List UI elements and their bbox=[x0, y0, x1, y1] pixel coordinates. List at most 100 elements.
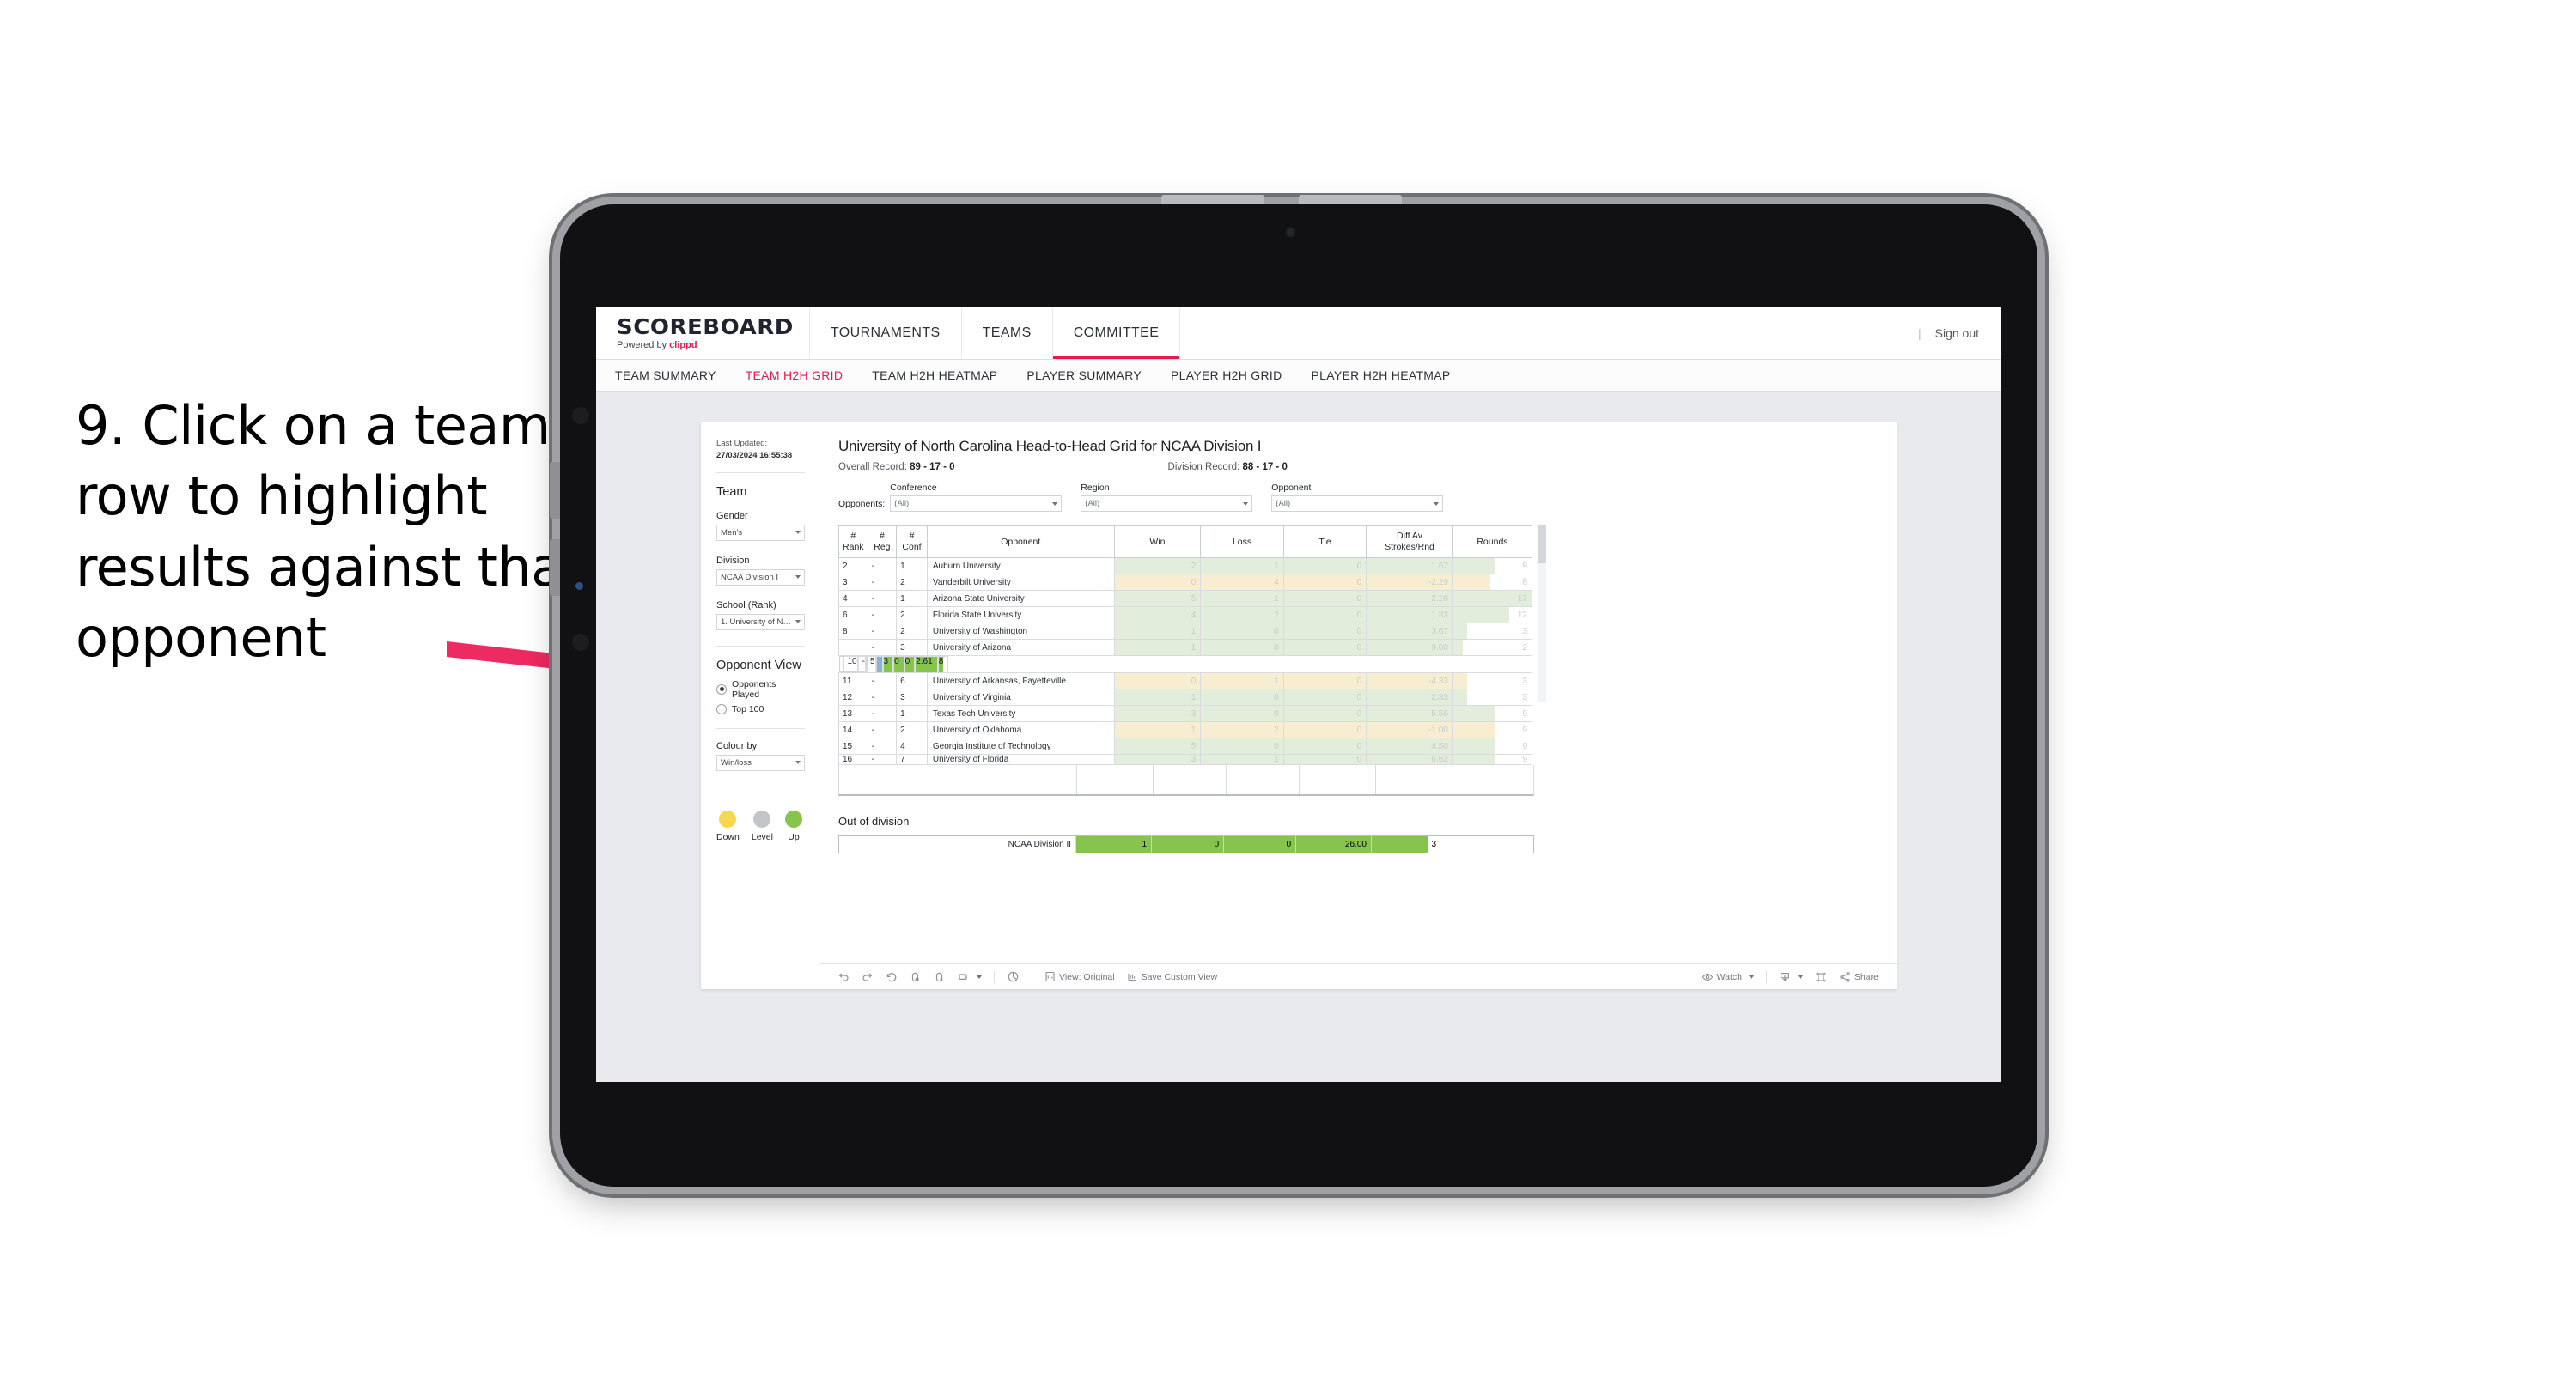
legend-swatch-down bbox=[719, 810, 737, 828]
cell-tie-fill bbox=[1283, 623, 1367, 640]
table-row[interactable]: 11-6 University of Arkansas, Fayetteville… bbox=[838, 672, 1533, 690]
refresh-button[interactable] bbox=[904, 971, 928, 983]
table-row[interactable]: 12-3 University of Virginia 1 0 0 2.33 3 bbox=[838, 689, 1533, 707]
redo-button[interactable] bbox=[856, 971, 880, 983]
presentation-button[interactable] bbox=[1001, 970, 1026, 983]
device-layout-button[interactable] bbox=[952, 971, 988, 983]
opponent-select[interactable]: (All) bbox=[1271, 495, 1444, 512]
conference-select[interactable]: (All) bbox=[890, 495, 1063, 512]
table-row[interactable]: 2-1 Auburn University 2 1 0 1.67 9 bbox=[838, 557, 1533, 575]
cell-diff: 1.83 bbox=[1366, 606, 1453, 624]
watch-button[interactable]: Watch bbox=[1696, 971, 1760, 983]
cell-loss: 1 bbox=[1200, 672, 1284, 690]
revert-button[interactable] bbox=[880, 971, 904, 983]
sidebar-divider bbox=[716, 471, 805, 473]
cell-conf: 7 bbox=[896, 754, 928, 766]
save-custom-view-button[interactable]: Save Custom View bbox=[1121, 971, 1224, 982]
nav-teams[interactable]: TEAMS bbox=[962, 307, 1053, 359]
cell-diff: 6.62 bbox=[1366, 754, 1453, 766]
table-scrollbar-thumb[interactable] bbox=[1538, 525, 1546, 563]
gender-value: Men’s bbox=[721, 527, 743, 538]
device-indicator-dot bbox=[575, 582, 583, 590]
cell-win-fill bbox=[1114, 607, 1201, 623]
col-rank[interactable]: # Rank bbox=[838, 525, 868, 559]
cell-rank: 3 bbox=[838, 574, 868, 592]
table-row[interactable]: 16-7 University of Florida 3 1 0 6.62 9 bbox=[838, 754, 1533, 766]
cell-diff: 1.67 bbox=[1366, 557, 1453, 575]
table-row[interactable]: 3-2 Vanderbilt University 0 4 0 -2.29 8 bbox=[838, 574, 1533, 592]
col-diff[interactable]: Diff Av Strokes/Rnd bbox=[1366, 525, 1453, 559]
fullscreen-button[interactable] bbox=[1809, 971, 1833, 983]
fullscreen-icon bbox=[1816, 972, 1826, 981]
conference-label: Conference bbox=[890, 483, 937, 493]
subnav-team-summary[interactable]: TEAM SUMMARY bbox=[615, 368, 716, 382]
table-row[interactable]: 14-2 University of Oklahoma 1 2 0 -1.00 9 bbox=[838, 721, 1533, 739]
table-row[interactable]: 6-2 Florida State University 4 2 0 1.83 12 bbox=[838, 606, 1533, 624]
share-button[interactable]: Share bbox=[1833, 971, 1885, 983]
cell-opponent: Auburn University bbox=[926, 557, 1115, 575]
col-reg[interactable]: # Reg bbox=[867, 525, 898, 559]
pause-icon bbox=[935, 972, 943, 981]
download-button[interactable] bbox=[1773, 971, 1809, 983]
cell-tie: 0 bbox=[1282, 754, 1367, 766]
refresh-icon bbox=[911, 972, 919, 981]
cell-opponent: University of Florida bbox=[926, 754, 1115, 766]
nav-committee[interactable]: COMMITTEE bbox=[1052, 307, 1181, 359]
table-row[interactable]: 8-2 University of Washington 1 0 0 3.67 3 bbox=[838, 623, 1533, 641]
table-row[interactable]: 10-5University of Alabama3002.618 bbox=[838, 655, 949, 673]
radio-opponents-played[interactable]: Opponents Played bbox=[716, 679, 805, 700]
device-speaker-slot bbox=[1161, 195, 1264, 204]
cell-tie-fill bbox=[1283, 689, 1367, 706]
radio-top-100[interactable]: Top 100 bbox=[716, 703, 805, 714]
legend-item-down: Down bbox=[716, 810, 740, 842]
legend-item-level: Level bbox=[752, 810, 773, 842]
col-rounds[interactable]: Rounds bbox=[1452, 525, 1533, 559]
logo-wordmark: SCOREBOARD bbox=[617, 314, 794, 339]
cell-rounds: 12 bbox=[1452, 606, 1533, 624]
overall-record-label: Overall Record: bbox=[838, 462, 910, 472]
subnav-player-summary[interactable]: PLAYER SUMMARY bbox=[1026, 368, 1142, 382]
logo-brand: clippd bbox=[669, 340, 697, 350]
table-row[interactable]: -3 University of Arizona 1 0 0 9.00 2 bbox=[838, 639, 1533, 657]
cell-conf: 2 bbox=[896, 574, 928, 592]
table-row[interactable]: 4-1 Arizona State University 5 1 0 2.28 17 bbox=[838, 590, 1533, 608]
save-view-icon bbox=[1128, 974, 1136, 981]
col-win[interactable]: Win bbox=[1113, 525, 1202, 559]
school-select[interactable]: 1. University of Nort... bbox=[716, 613, 805, 630]
view-original-button[interactable]: View: Original bbox=[1038, 971, 1121, 982]
subnav-team-h2h-heatmap[interactable]: TEAM H2H HEATMAP bbox=[872, 368, 997, 382]
subnav-team-h2h-grid[interactable]: TEAM H2H GRID bbox=[746, 368, 843, 382]
table-scrollbar[interactable] bbox=[1538, 525, 1546, 702]
cell-diff: 2.33 bbox=[1366, 689, 1453, 707]
cell-win-fill bbox=[1114, 706, 1201, 722]
table-row[interactable]: 13-1 Texas Tech University 3 0 0 5.56 9 bbox=[838, 705, 1533, 723]
col-conf[interactable]: # Conf bbox=[896, 525, 928, 559]
cell-loss: 1 bbox=[1200, 557, 1284, 575]
cell-win: 3 bbox=[1113, 705, 1202, 723]
colour-by-select[interactable]: Win/loss bbox=[716, 754, 805, 771]
division-select[interactable]: NCAA Division I bbox=[716, 568, 805, 586]
undo-button[interactable] bbox=[831, 971, 856, 983]
col-loss[interactable]: Loss bbox=[1200, 525, 1284, 559]
cell-reg: - bbox=[867, 721, 898, 739]
region-select[interactable]: (All) bbox=[1081, 495, 1253, 512]
legend-swatch-level bbox=[753, 810, 771, 828]
cell-reg: - bbox=[867, 574, 898, 592]
table-row[interactable]: 15-4 Georgia Institute of Technology 5 0 0 4.… bbox=[838, 738, 1533, 756]
cell-win-fill bbox=[1114, 623, 1201, 640]
cell-opponent: Texas Tech University bbox=[926, 705, 1115, 723]
main-content: University of North Carolina Head-to-Hea… bbox=[819, 422, 1897, 989]
cell-win-fill bbox=[1114, 722, 1201, 738]
subnav-player-h2h-grid[interactable]: PLAYER H2H GRID bbox=[1171, 368, 1282, 382]
subnav-player-h2h-heatmap[interactable]: PLAYER H2H HEATMAP bbox=[1312, 368, 1451, 382]
chevron-down-icon bbox=[795, 620, 801, 624]
cell-rank: 2 bbox=[838, 557, 868, 575]
pause-button[interactable] bbox=[928, 971, 952, 983]
sign-out-link[interactable]: Sign out bbox=[1935, 326, 1979, 340]
col-opponent[interactable]: Opponent bbox=[926, 525, 1115, 559]
nav-tournaments[interactable]: TOURNAMENTS bbox=[810, 307, 962, 359]
out-of-division-row[interactable]: NCAA Division II 1 0 0 26.00 3 bbox=[838, 835, 1534, 854]
gender-select[interactable]: Men’s bbox=[716, 524, 805, 541]
col-tie[interactable]: Tie bbox=[1282, 525, 1367, 559]
chevron-down-icon bbox=[1748, 975, 1754, 979]
